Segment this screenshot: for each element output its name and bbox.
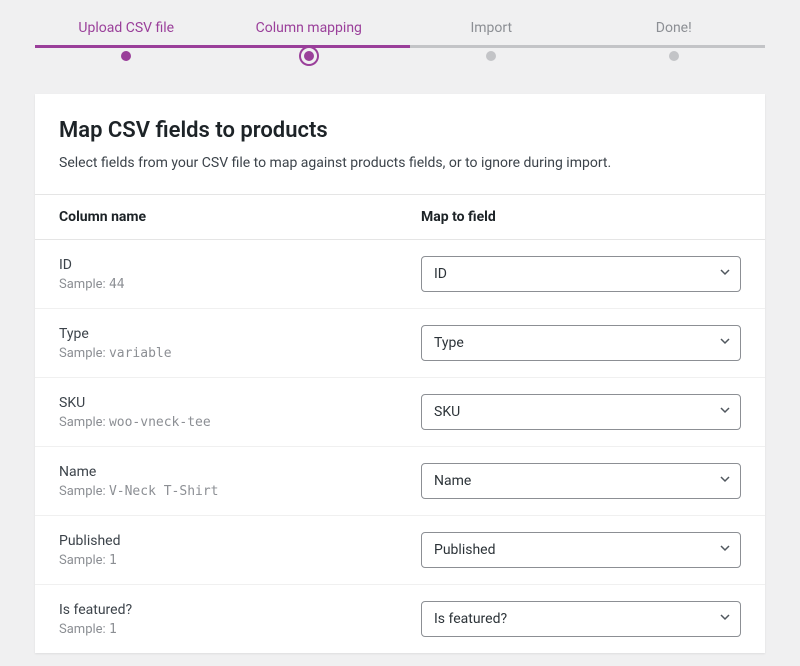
stepper: Upload CSV file Column mapping Import Do… [0,0,800,94]
column-sample: Sample: woo-vneck-tee [59,415,421,430]
table-row: Name Sample: V-Neck T-Shirt Name [35,447,765,516]
row-column-info: Published Sample: 1 [59,533,421,568]
page-container: Upload CSV file Column mapping Import Do… [0,0,800,653]
step-dot-icon [486,51,496,61]
row-column-info: Name Sample: V-Neck T-Shirt [59,464,421,499]
column-name: Is featured? [59,602,421,618]
select-value: Type [434,335,708,351]
sample-prefix: Sample: [59,484,106,499]
sample-prefix: Sample: [59,622,106,637]
row-field-select: Name [421,463,741,499]
sample-value: V-Neck T-Shirt [109,484,219,499]
select-value: Is featured? [434,611,708,627]
sample-value: 1 [109,622,117,637]
table-row: Published Sample: 1 Published [35,516,765,585]
field-select[interactable]: Name [421,463,741,499]
th-column-name: Column name [59,209,421,225]
step-done: Done! [583,20,766,64]
field-select[interactable]: Type [421,325,741,361]
page-title: Map CSV fields to products [59,118,741,143]
column-name: Published [59,533,421,549]
column-sample: Sample: variable [59,346,421,361]
column-sample: Sample: 1 [59,553,421,568]
step-dot-icon [121,51,131,61]
step-label: Done! [656,20,692,36]
step-upload[interactable]: Upload CSV file [35,20,218,64]
column-sample: Sample: 44 [59,277,421,292]
th-map-to-field: Map to field [421,209,741,225]
mapping-table: Column name Map to field ID Sample: 44 I… [35,194,765,653]
row-field-select: ID [421,256,741,292]
table-row: SKU Sample: woo-vneck-tee SKU [35,378,765,447]
row-column-info: SKU Sample: woo-vneck-tee [59,395,421,430]
field-select[interactable]: Is featured? [421,601,741,637]
column-name: Name [59,464,421,480]
step-label: Column mapping [256,20,362,36]
sample-value: 1 [109,553,117,568]
row-field-select: SKU [421,394,741,430]
page-description: Select fields from your CSV file to map … [59,153,741,174]
row-column-info: Is featured? Sample: 1 [59,602,421,637]
row-field-select: Type [421,325,741,361]
row-field-select: Published [421,532,741,568]
select-value: Name [434,473,708,489]
select-value: Published [434,542,708,558]
step-import: Import [400,20,583,64]
step-dot-icon [669,51,679,61]
sample-prefix: Sample: [59,277,106,292]
row-column-info: Type Sample: variable [59,326,421,361]
step-column-mapping[interactable]: Column mapping [218,20,401,64]
step-label: Upload CSV file [78,20,174,36]
column-name: Type [59,326,421,342]
table-row: ID Sample: 44 ID [35,240,765,309]
table-row: Type Sample: variable Type [35,309,765,378]
field-select[interactable]: SKU [421,394,741,430]
field-select[interactable]: ID [421,256,741,292]
panel-header: Map CSV fields to products Select fields… [35,94,765,194]
column-sample: Sample: V-Neck T-Shirt [59,484,421,499]
select-value: SKU [434,404,708,420]
field-select[interactable]: Published [421,532,741,568]
mapping-panel: Map CSV fields to products Select fields… [35,94,765,653]
row-field-select: Is featured? [421,601,741,637]
table-header: Column name Map to field [35,194,765,240]
column-name: ID [59,257,421,273]
column-name: SKU [59,395,421,411]
table-row: Is featured? Sample: 1 Is featured? [35,585,765,653]
sample-prefix: Sample: [59,415,106,430]
sample-value: woo-vneck-tee [109,415,211,430]
stepper-steps: Upload CSV file Column mapping Import Do… [0,20,800,64]
step-label: Import [470,20,512,36]
sample-value: 44 [109,277,125,292]
column-sample: Sample: 1 [59,622,421,637]
step-dot-icon [301,48,317,64]
row-column-info: ID Sample: 44 [59,257,421,292]
sample-prefix: Sample: [59,553,106,568]
sample-prefix: Sample: [59,346,106,361]
select-value: ID [434,266,708,282]
sample-value: variable [109,346,172,361]
